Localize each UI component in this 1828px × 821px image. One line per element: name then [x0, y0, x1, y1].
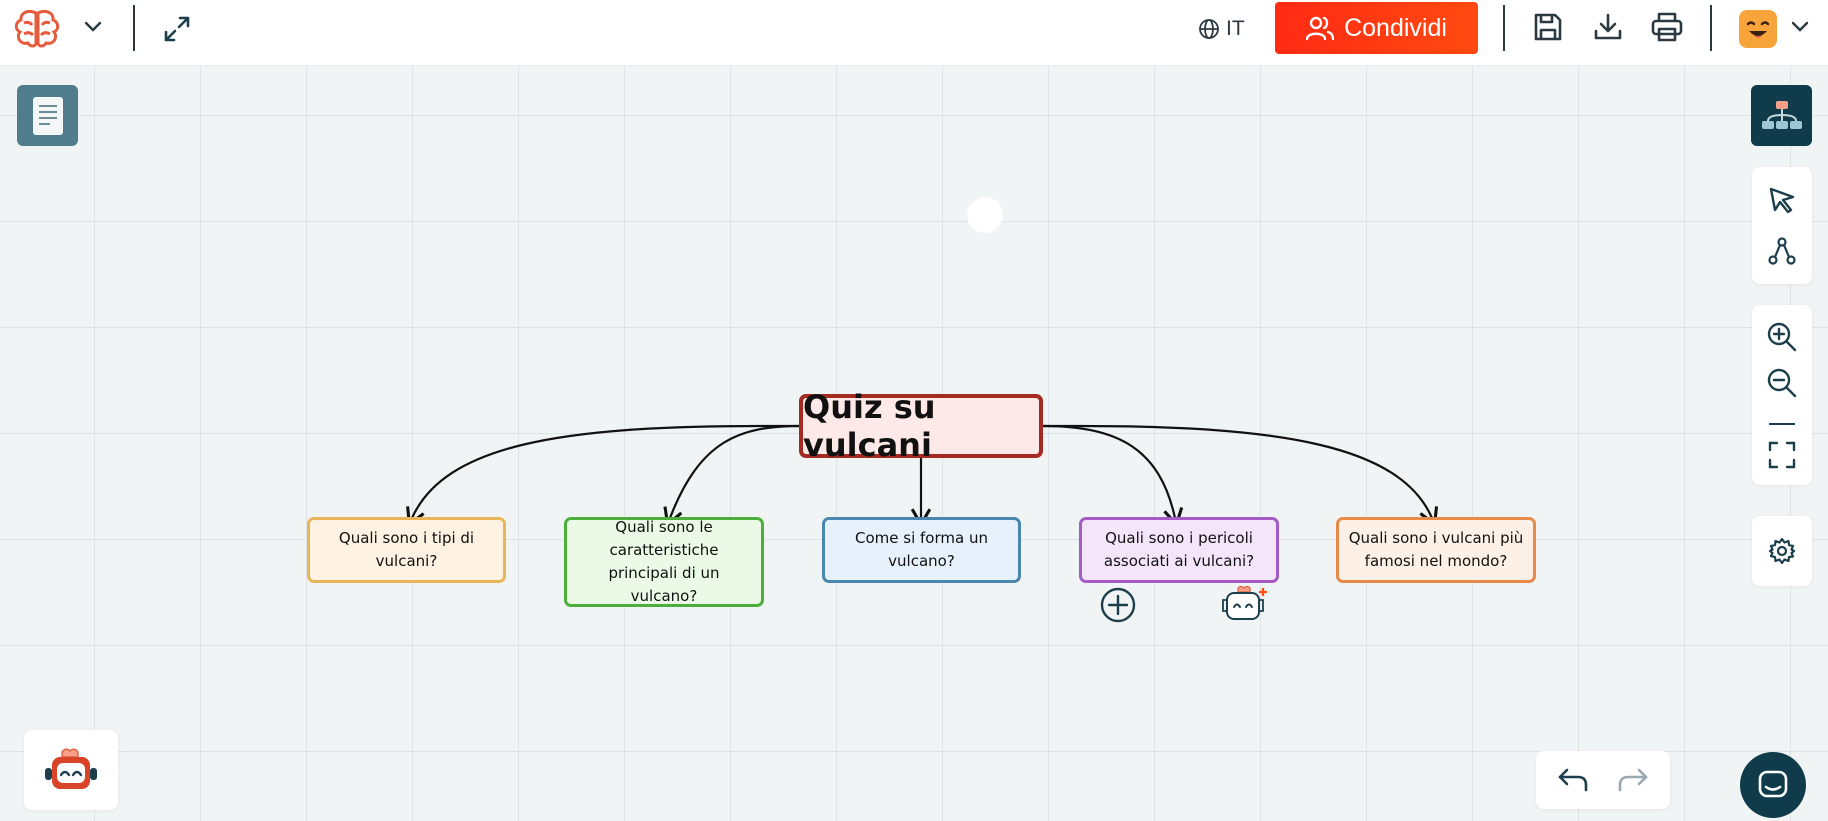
mindmap-node[interactable]: Quali sono i pericoli associati ai vulca… [1079, 517, 1279, 583]
mindmap-node[interactable]: Quali sono i vulcani più famosi nel mond… [1336, 517, 1536, 583]
node-label: Quali sono le caratteristiche principali… [608, 518, 720, 605]
mindmap-node[interactable]: Come si forma un vulcano? [822, 517, 1021, 583]
mindmap-node[interactable]: Quali sono i tipi di vulcani? [307, 517, 506, 583]
mindmap-node[interactable]: Quali sono le caratteristiche principali… [564, 517, 764, 607]
undo-icon[interactable] [1554, 763, 1592, 797]
node-label: Quali sono i vulcani più famosi nel mond… [1348, 529, 1524, 570]
chat-icon[interactable] [1740, 752, 1806, 818]
document-icon[interactable] [17, 85, 78, 146]
connection-icon[interactable] [1764, 233, 1800, 269]
gear-icon[interactable] [1752, 516, 1812, 586]
fit-screen-icon[interactable] [1764, 437, 1800, 473]
node-label: Quali sono i tipi di vulcani? [338, 529, 475, 570]
connector [1043, 424, 1439, 527]
connector [406, 424, 800, 527]
plus-circle-icon[interactable] [1098, 585, 1138, 625]
root-node-label: Quiz su vulcani [803, 388, 936, 464]
redo-icon[interactable] [1614, 763, 1652, 797]
robot-icon[interactable] [1218, 583, 1272, 625]
root-node[interactable]: Quiz su vulcani [799, 388, 1043, 464]
connector [663, 424, 801, 528]
zoom-out-icon[interactable] [1764, 365, 1800, 401]
history-panel [1536, 751, 1670, 809]
robot-icon[interactable] [24, 730, 118, 810]
zoom-panel [1752, 305, 1812, 485]
cursor-pointer-icon[interactable] [1764, 182, 1800, 218]
divider [1769, 423, 1795, 425]
zoom-in-icon[interactable] [1764, 319, 1800, 355]
connector [1042, 424, 1184, 528]
mindmap-layout-icon[interactable] [1751, 85, 1812, 146]
node-label: Come si forma un vulcano? [855, 529, 988, 570]
node-label: Quali sono i pericoli associati ai vulca… [1103, 529, 1255, 570]
tool-panel [1752, 167, 1812, 284]
